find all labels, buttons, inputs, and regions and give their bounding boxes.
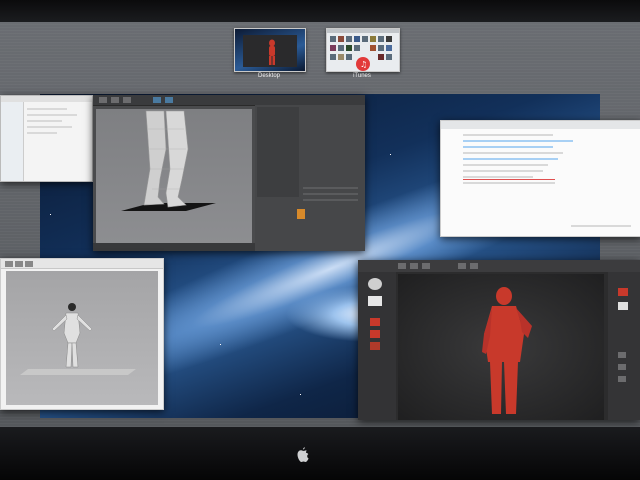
finder-row[interactable] bbox=[27, 114, 77, 116]
desktop-space-thumbnail[interactable] bbox=[234, 28, 306, 72]
zadd-icon[interactable] bbox=[458, 263, 466, 269]
select-tool-icon[interactable] bbox=[5, 261, 13, 267]
editor-toolbar[interactable] bbox=[1, 259, 163, 269]
attribute-row[interactable] bbox=[303, 199, 358, 201]
track-row[interactable] bbox=[463, 176, 533, 178]
svg-text:♫: ♫ bbox=[360, 60, 367, 69]
finder-row[interactable] bbox=[27, 108, 67, 110]
monitor-bezel-bottom bbox=[0, 427, 640, 480]
view-tool-icon[interactable] bbox=[25, 261, 33, 267]
itunes-window[interactable] bbox=[440, 120, 640, 237]
3d-modeler-window[interactable] bbox=[93, 95, 365, 251]
attributes-panel[interactable] bbox=[255, 105, 365, 251]
zoom-icon[interactable] bbox=[618, 364, 626, 370]
desktop-space-preview-icon bbox=[243, 35, 297, 67]
track-row[interactable] bbox=[463, 134, 553, 136]
brush-sphere-icon[interactable] bbox=[368, 278, 382, 290]
render-icon[interactable] bbox=[153, 97, 161, 103]
track-row-highlighted[interactable] bbox=[463, 146, 553, 148]
apple-logo-icon bbox=[297, 447, 309, 462]
sculpt-canvas[interactable] bbox=[398, 274, 604, 420]
attribute-row[interactable] bbox=[303, 187, 358, 189]
rotate-tool-icon[interactable] bbox=[123, 97, 131, 103]
sculpt-left-shelf[interactable] bbox=[358, 272, 396, 420]
star bbox=[300, 394, 301, 395]
draw-mode-icon[interactable] bbox=[398, 263, 406, 269]
track-row-highlighted[interactable] bbox=[463, 158, 558, 160]
timeline-bar[interactable] bbox=[93, 243, 255, 251]
star bbox=[220, 344, 221, 345]
status-row bbox=[571, 225, 631, 227]
base-mesh-figure-icon bbox=[20, 303, 136, 375]
model-editor-window[interactable] bbox=[0, 258, 164, 410]
itunes-album-grid-icon: ♫ bbox=[327, 29, 399, 71]
material-swatch-icon[interactable] bbox=[370, 318, 380, 326]
sculpt-right-shelf[interactable] bbox=[608, 272, 640, 420]
scroll-icon[interactable] bbox=[618, 352, 626, 358]
mesh-legs-model-icon bbox=[121, 110, 216, 211]
track-row[interactable] bbox=[463, 182, 555, 184]
color-swatch-icon[interactable] bbox=[370, 330, 380, 338]
finder-row[interactable] bbox=[27, 120, 62, 122]
subtool-thumbnail-icon[interactable] bbox=[618, 288, 628, 296]
star bbox=[50, 214, 51, 215]
render-settings-icon[interactable] bbox=[165, 97, 173, 103]
texture-swatch-icon[interactable] bbox=[370, 342, 380, 350]
zsub-icon[interactable] bbox=[470, 263, 478, 269]
sculpt-top-toolbar[interactable] bbox=[358, 260, 640, 272]
scale-mode-icon[interactable] bbox=[422, 263, 430, 269]
scale-tool-icon[interactable] bbox=[111, 97, 119, 103]
subtool-thumbnail-icon[interactable] bbox=[618, 302, 628, 310]
stroke-icon[interactable] bbox=[368, 296, 382, 306]
finder-window[interactable] bbox=[0, 95, 93, 182]
sculpted-male-figure-icon bbox=[482, 287, 532, 414]
move-tool-icon[interactable] bbox=[99, 97, 107, 103]
sculpting-app-window[interactable] bbox=[358, 260, 640, 420]
track-row[interactable] bbox=[463, 170, 543, 172]
finder-row[interactable] bbox=[27, 126, 72, 128]
editor-viewport[interactable] bbox=[6, 271, 158, 405]
finder-row[interactable] bbox=[27, 132, 57, 134]
track-row[interactable] bbox=[463, 164, 548, 166]
move-mode-icon[interactable] bbox=[410, 263, 418, 269]
transform-tool-icon[interactable] bbox=[15, 261, 23, 267]
frame-icon[interactable] bbox=[618, 376, 626, 382]
monitor-bezel-top bbox=[0, 0, 640, 22]
itunes-titlebar[interactable] bbox=[441, 121, 640, 129]
star bbox=[390, 154, 391, 155]
attribute-row[interactable] bbox=[303, 193, 358, 195]
desktop-space-label: Desktop bbox=[257, 73, 280, 79]
finder-sidebar bbox=[1, 102, 24, 181]
track-row-highlighted[interactable] bbox=[463, 140, 573, 142]
itunes-space-thumbnail[interactable]: ♫ bbox=[326, 28, 400, 72]
object-manager[interactable] bbox=[257, 107, 299, 197]
material-swatch-icon[interactable] bbox=[297, 209, 305, 219]
modeler-viewport[interactable] bbox=[96, 109, 252, 243]
track-row[interactable] bbox=[463, 152, 563, 154]
selected-track-marker bbox=[463, 179, 555, 180]
itunes-space-label: iTunes bbox=[353, 73, 371, 79]
